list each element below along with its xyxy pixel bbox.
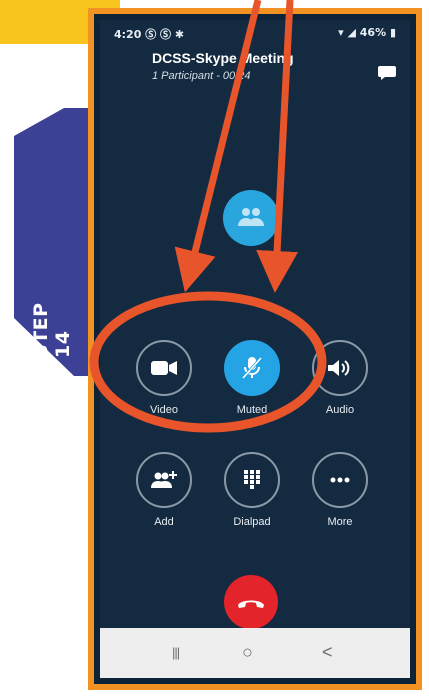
status-battery: ▾ ◢ 46% ▮ <box>338 26 396 39</box>
recents-button[interactable]: ||| <box>172 645 180 660</box>
meeting-title: DCSS-Skype Meeting <box>152 50 294 66</box>
group-icon <box>238 208 264 226</box>
dialpad-button[interactable] <box>224 452 280 508</box>
notification-icons: Ⓢ Ⓢ ✱ <box>145 28 185 41</box>
dialpad-icon <box>244 470 260 489</box>
video-button[interactable] <box>136 340 192 396</box>
add-label: Add <box>154 516 174 528</box>
status-bar: 4:20 Ⓢ Ⓢ ✱ ▾ ◢ 46% ▮ <box>100 20 410 44</box>
back-button[interactable]: < <box>322 642 333 663</box>
more-button[interactable] <box>312 452 368 508</box>
end-call-button[interactable] <box>224 575 278 629</box>
more-label: More <box>327 516 353 528</box>
audio-label: Audio <box>325 404 355 416</box>
speaker-icon <box>328 360 350 376</box>
call-screen: 4:20 Ⓢ Ⓢ ✱ ▾ ◢ 46% ▮ DCSS-Skype Meeting … <box>100 20 410 678</box>
home-button[interactable]: ○ <box>242 642 253 663</box>
participant-avatar <box>223 190 279 246</box>
android-nav-bar: ||| ○ < <box>100 628 410 678</box>
hang-up-icon <box>238 600 264 608</box>
meeting-subtitle: 1 Participant - 00:24 <box>152 70 251 82</box>
video-camera-icon <box>151 361 177 375</box>
add-participant-icon <box>151 471 177 488</box>
status-time: 4:20 Ⓢ Ⓢ ✱ <box>114 28 185 41</box>
video-label: Video <box>150 404 178 416</box>
mute-button[interactable] <box>224 340 280 396</box>
microphone-muted-icon <box>241 356 263 380</box>
add-participant-button[interactable] <box>136 452 192 508</box>
audio-button[interactable] <box>312 340 368 396</box>
muted-label: Muted <box>236 404 268 416</box>
phone-frame: 4:20 Ⓢ Ⓢ ✱ ▾ ◢ 46% ▮ DCSS-Skype Meeting … <box>88 8 422 690</box>
dialpad-label: Dialpad <box>233 516 271 528</box>
chat-icon[interactable] <box>378 66 396 80</box>
more-icon <box>330 477 350 483</box>
